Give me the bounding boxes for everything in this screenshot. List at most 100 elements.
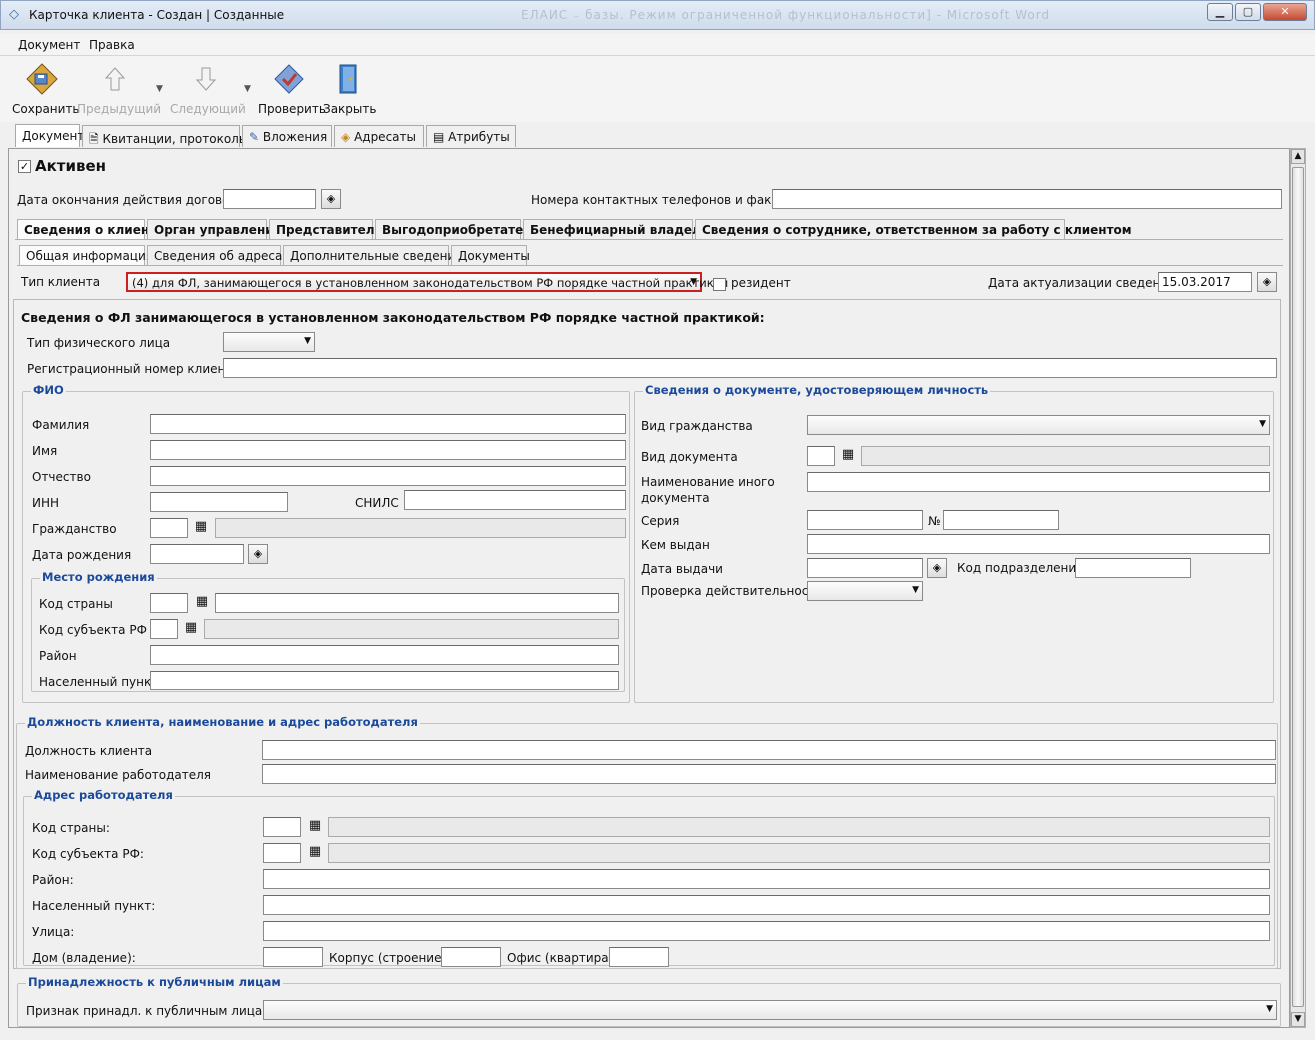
calendar-icon[interactable]: ◈ <box>248 544 268 564</box>
menu-document[interactable]: Документ <box>18 38 80 52</box>
calendar-icon[interactable]: ◈ <box>927 558 947 578</box>
previous-button[interactable]: Предыдущий <box>77 62 161 116</box>
ea-street-input[interactable] <box>263 921 1270 941</box>
calendar-icon[interactable]: ◈ <box>321 189 341 209</box>
vertical-scrollbar[interactable]: ▲ ▼ <box>1290 148 1306 1028</box>
ea-locality-input[interactable] <box>263 895 1270 915</box>
name-input[interactable] <box>150 440 626 460</box>
subtab-management-label: Орган управления <box>154 223 282 237</box>
other-doc-input[interactable] <box>807 472 1270 492</box>
issued-by-input[interactable] <box>807 534 1270 554</box>
ea-country-input[interactable] <box>263 817 301 837</box>
series-input[interactable] <box>807 510 923 530</box>
app-diamond-icon: ◇ <box>9 7 19 22</box>
dictionary-icon[interactable]: ▦ <box>192 593 212 613</box>
subtab-addresses[interactable]: Сведения об адресах <box>147 245 289 265</box>
previous-dropdown-icon[interactable]: ▼ <box>156 84 163 94</box>
ea-building-label: Корпус (строение): <box>329 951 451 965</box>
subtab-additional[interactable]: Дополнительные сведения <box>283 245 462 265</box>
save-button[interactable]: Сохранить <box>12 62 80 116</box>
surname-input[interactable] <box>150 414 626 434</box>
validity-check-select[interactable]: ▼ <box>807 581 923 601</box>
subtab-management[interactable]: Орган управления <box>147 219 281 239</box>
tab-receipts[interactable]: 🗎 Квитанции, протоколы <box>82 125 248 147</box>
tab-attachments[interactable]: ✎ Вложения <box>242 125 332 147</box>
dictionary-icon[interactable]: ▦ <box>305 817 325 837</box>
citizenship-type-select[interactable]: ▼ <box>807 415 1270 435</box>
number-input[interactable] <box>943 510 1059 530</box>
close-window-button[interactable]: ✕ <box>1263 3 1307 21</box>
tab-attributes[interactable]: ▤ Атрибуты <box>426 125 516 147</box>
employer-name-input[interactable] <box>262 764 1276 784</box>
bp-country-label: Код страны <box>39 597 113 611</box>
phones-label: Номера контактных телефонов и факсов <box>531 193 793 207</box>
scroll-down-icon[interactable]: ▼ <box>1291 1012 1305 1027</box>
subtab-documents-label: Документы <box>458 249 530 263</box>
reg-number-input[interactable] <box>223 358 1277 378</box>
employer-group: Должность клиента, наименование и адрес … <box>16 715 1278 969</box>
next-label: Следующий <box>170 102 246 116</box>
public-sign-select[interactable]: ▼ <box>263 1000 1277 1020</box>
subtab-employee[interactable]: Сведения о сотруднике, ответственном за … <box>695 219 1132 239</box>
subtab-general[interactable]: Общая информация <box>19 245 153 265</box>
bp-region-input[interactable] <box>150 619 178 639</box>
scroll-up-icon[interactable]: ▲ <box>1291 149 1305 164</box>
citizenship-code-input[interactable] <box>150 518 188 538</box>
ea-house-input[interactable] <box>263 947 323 967</box>
reg-number-label: Регистрационный номер клиента <box>27 362 240 376</box>
update-date-input[interactable]: 15.03.2017 <box>1158 272 1252 292</box>
ea-region-input[interactable] <box>263 843 301 863</box>
tab-document[interactable]: Документ <box>15 124 84 147</box>
next-button[interactable]: Следующий <box>170 62 246 116</box>
inn-input[interactable] <box>150 492 288 512</box>
ea-office-input[interactable] <box>609 947 669 967</box>
dept-code-input[interactable] <box>1075 558 1191 578</box>
subtab-representative[interactable]: Представитель <box>269 219 382 239</box>
position-input[interactable] <box>262 740 1276 760</box>
person-type-select[interactable]: ▼ <box>223 332 315 352</box>
phones-input[interactable] <box>772 189 1282 209</box>
scroll-thumb[interactable] <box>1292 167 1304 1007</box>
dictionary-icon[interactable]: ▦ <box>838 446 858 466</box>
subtab-documents[interactable]: Документы <box>451 245 530 265</box>
subtab-beneficial-owner[interactable]: Бенефициарный владелец <box>523 219 718 239</box>
minimize-button[interactable]: ▁ <box>1207 3 1233 21</box>
dictionary-icon[interactable]: ▦ <box>181 619 201 639</box>
doc-type-input[interactable] <box>807 446 835 466</box>
close-label: Закрыть <box>323 102 377 116</box>
chevron-down-icon: ▼ <box>1266 1004 1273 1014</box>
subtab-beneficiary[interactable]: Выгодоприобретатель <box>375 219 540 239</box>
tab-addressees[interactable]: ◈ Адресаты <box>334 125 424 147</box>
resident-checkbox[interactable] <box>713 278 726 291</box>
ea-building-input[interactable] <box>441 947 501 967</box>
subtab-client-info[interactable]: Сведения о клиенте <box>17 219 164 239</box>
ea-district-input[interactable] <box>263 869 1270 889</box>
check-button[interactable]: Проверить <box>258 62 326 116</box>
arrow-down-icon <box>195 67 217 91</box>
snils-input[interactable] <box>404 490 626 510</box>
next-dropdown-icon[interactable]: ▼ <box>244 84 251 94</box>
dictionary-icon[interactable]: ▦ <box>191 518 211 538</box>
maximize-button[interactable]: ▢ <box>1235 3 1261 21</box>
toolbar: Сохранить Предыдущий ▼ Следующий ▼ Прове… <box>0 56 1315 122</box>
employer-name-label: Наименование работодателя <box>25 768 212 782</box>
menu-edit[interactable]: Правка <box>89 38 135 52</box>
contract-end-label: Дата окончания действия договора <box>17 193 245 207</box>
contract-end-input[interactable] <box>223 189 316 209</box>
birth-date-input[interactable] <box>150 544 244 564</box>
client-type-select[interactable]: (4) для ФЛ, занимающегося в установленно… <box>126 272 728 292</box>
chevron-down-icon: ▼ <box>912 585 919 595</box>
issue-date-input[interactable] <box>807 558 923 578</box>
bp-country-name-field[interactable] <box>215 593 619 613</box>
close-button[interactable]: Закрыть <box>323 62 377 116</box>
dictionary-icon[interactable]: ▦ <box>305 843 325 863</box>
active-checkbox[interactable]: ✓ <box>18 160 31 173</box>
number-label: № <box>928 514 941 528</box>
door-icon <box>339 64 357 94</box>
bp-locality-input[interactable] <box>150 671 619 690</box>
tab-receipts-label: Квитанции, протоколы <box>102 132 249 146</box>
calendar-icon[interactable]: ◈ <box>1257 272 1277 292</box>
bp-district-input[interactable] <box>150 645 619 665</box>
patronymic-input[interactable] <box>150 466 626 486</box>
bp-country-input[interactable] <box>150 593 188 613</box>
